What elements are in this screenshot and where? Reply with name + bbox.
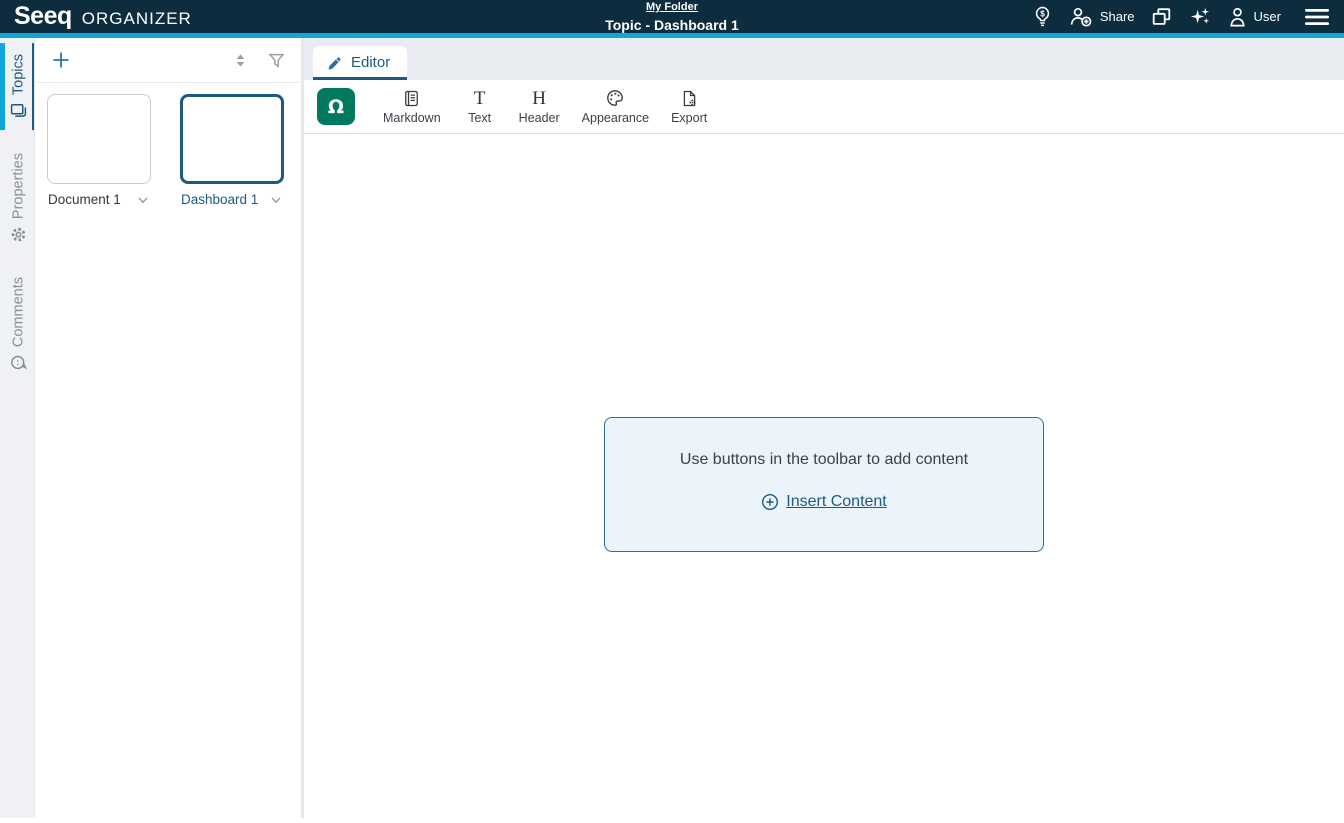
- sidebar-tab-label: Comments: [11, 277, 27, 347]
- empty-state-box: Use buttons in the toolbar to add conten…: [604, 417, 1044, 552]
- add-document-button[interactable]: [51, 50, 71, 70]
- plus-circle-icon: [761, 493, 779, 511]
- document-item: Dashboard 1: [180, 94, 284, 207]
- editor-canvas: Use buttons in the toolbar to add conten…: [304, 134, 1344, 818]
- dashboard-1-thumbnail[interactable]: [180, 94, 284, 184]
- appearance-label: Appearance: [582, 111, 649, 125]
- dashboard-1-label[interactable]: Dashboard 1: [181, 192, 258, 207]
- empty-state-message: Use buttons in the toolbar to add conten…: [625, 451, 1023, 469]
- document-item: Document 1: [47, 94, 151, 207]
- app-logo[interactable]: Seeq ORGANIZER: [14, 4, 192, 29]
- export-icon: [681, 89, 698, 108]
- app-name: ORGANIZER: [82, 9, 192, 29]
- ai-assistant-button[interactable]: [1188, 5, 1212, 28]
- header-label: Header: [519, 111, 560, 125]
- text-button[interactable]: T Text: [452, 85, 508, 129]
- usage-button[interactable]: $: [1032, 5, 1053, 28]
- chevron-down-icon[interactable]: [136, 193, 150, 207]
- markdown-icon: [403, 89, 420, 108]
- header-center: My Folder Topic - Dashboard 1: [605, 0, 739, 38]
- gear-icon: [10, 226, 27, 243]
- header-icon: H: [532, 89, 546, 108]
- pages-icon: [10, 102, 27, 119]
- seeq-logo-mark-icon: Ω: [328, 96, 344, 118]
- sparkles-icon: [1188, 5, 1212, 28]
- palette-icon: [606, 89, 624, 108]
- document-1-thumbnail[interactable]: [47, 94, 151, 184]
- lightbulb-dollar-icon: $: [1032, 5, 1053, 28]
- insert-content-label: Insert Content: [786, 493, 887, 511]
- markdown-label: Markdown: [383, 111, 441, 125]
- export-button[interactable]: Export: [660, 85, 718, 129]
- editor-tab-bar: Editor: [304, 38, 1344, 80]
- chevron-down-icon[interactable]: [269, 193, 283, 207]
- seeq-content-button[interactable]: Ω: [317, 88, 355, 125]
- windows-icon: [1150, 6, 1173, 28]
- share-label: Share: [1100, 9, 1135, 24]
- header-button[interactable]: H Header: [508, 85, 571, 129]
- sidebar-tab-label: Topics: [11, 54, 27, 95]
- sidebar-tab-label: Properties: [11, 153, 27, 219]
- svg-text:$: $: [1040, 10, 1045, 19]
- sidebar-tab-topics[interactable]: Topics: [0, 43, 34, 130]
- user-icon: [1227, 6, 1248, 28]
- topics-panel: Document 1 Dashboard 1: [35, 38, 304, 818]
- user-menu-button[interactable]: User: [1227, 6, 1281, 28]
- main-menu-button[interactable]: [1304, 7, 1330, 27]
- text-icon: T: [474, 89, 486, 108]
- user-label: User: [1254, 9, 1281, 24]
- export-label: Export: [671, 111, 707, 125]
- document-title: Topic - Dashboard 1: [605, 17, 739, 33]
- sidebar-tab-properties[interactable]: Properties: [0, 142, 34, 254]
- topics-panel-toolbar: [35, 38, 301, 83]
- sort-icon[interactable]: [232, 52, 249, 69]
- text-label: Text: [468, 111, 491, 125]
- markdown-button[interactable]: Markdown: [372, 85, 452, 129]
- document-1-label[interactable]: Document 1: [48, 192, 121, 207]
- breadcrumb-my-folder[interactable]: My Folder: [646, 1, 698, 13]
- insert-content-link[interactable]: Insert Content: [761, 493, 887, 511]
- appearance-button[interactable]: Appearance: [571, 85, 660, 129]
- document-list: Document 1 Dashboard 1: [35, 83, 301, 207]
- sidebar-tab-comments[interactable]: Comments: [0, 266, 34, 382]
- editor-toolbar: Ω Markdown T Text H Header: [304, 80, 1344, 134]
- app-header: Seeq ORGANIZER My Folder Topic - Dashboa…: [0, 0, 1344, 38]
- comment-icon: [10, 354, 27, 371]
- seeq-logo: Seeq: [14, 4, 72, 29]
- tab-editor-label: Editor: [351, 54, 390, 71]
- worksheets-button[interactable]: [1150, 6, 1173, 28]
- sidebar-tab-strip: Topics Properties Comments: [0, 38, 35, 818]
- hamburger-menu-icon: [1304, 7, 1330, 27]
- user-add-icon: [1068, 6, 1094, 28]
- header-actions: $ Share: [1032, 5, 1330, 28]
- pencil-icon: [327, 55, 343, 71]
- tab-editor[interactable]: Editor: [313, 46, 407, 80]
- editor-area: Editor Ω Markdown T Text: [304, 38, 1344, 818]
- filter-icon[interactable]: [268, 52, 285, 69]
- share-button[interactable]: Share: [1068, 6, 1135, 28]
